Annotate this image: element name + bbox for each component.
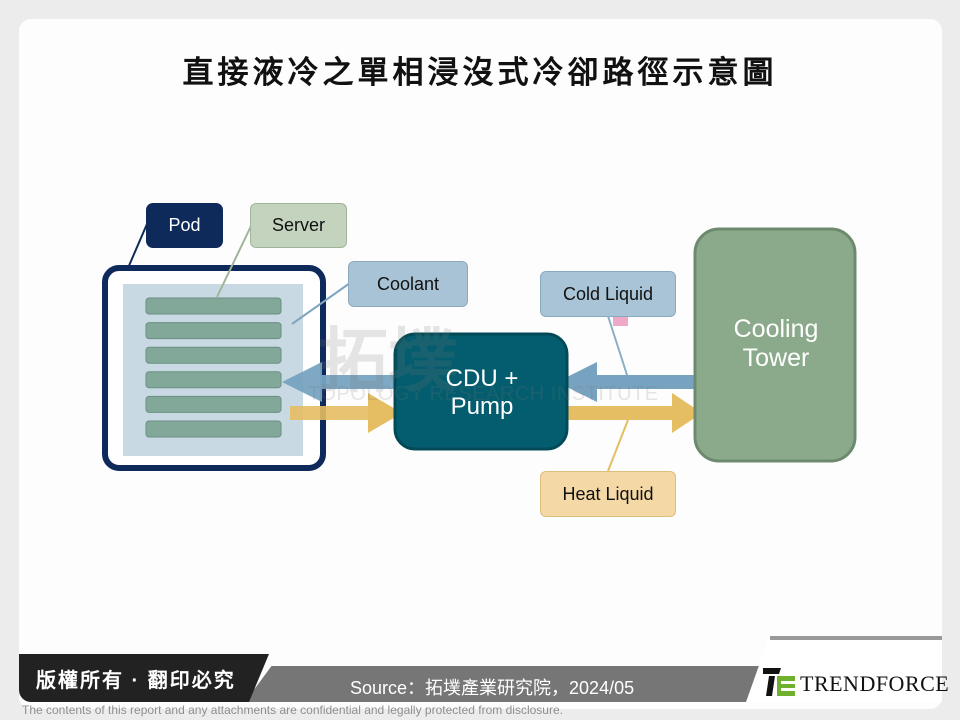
cdu-line2: Pump [450, 392, 514, 420]
server-bar [145, 395, 282, 413]
copyright-text: 版權所有 · 翻印必究 [36, 670, 236, 692]
heat-liquid-label: Heat Liquid [540, 471, 676, 517]
server-bar [145, 420, 282, 438]
server-bar [145, 346, 282, 364]
trendforce-logo-icon [763, 668, 795, 696]
heat-flow-cdu-to-tower [565, 393, 702, 433]
cdu-pump-text: CDU + Pump [396, 365, 568, 420]
pod-callout-line [127, 223, 148, 269]
cold-liquid-label: Cold Liquid [540, 271, 676, 317]
server-bar [145, 371, 282, 389]
server-label: Server [250, 203, 347, 248]
server-bar [145, 322, 282, 340]
pod-label: Pod [146, 203, 223, 248]
cdu-line1: CDU + [445, 365, 519, 392]
tower-line2: Tower [742, 343, 810, 372]
server-bar [145, 297, 282, 315]
disclaimer-text: The contents of this report and any atta… [22, 703, 563, 717]
coolant-label: Coolant [348, 261, 468, 307]
source-text: Source：拓墣產業研究院，2024/05 [350, 678, 635, 698]
cooling-tower-text: Cooling Tower [696, 315, 856, 373]
logo-top-bar [770, 636, 942, 640]
trendforce-brand: TRENDFORCE [800, 671, 950, 696]
tower-line1: Cooling [733, 315, 819, 343]
heat-liquid-callout-line [607, 419, 629, 472]
